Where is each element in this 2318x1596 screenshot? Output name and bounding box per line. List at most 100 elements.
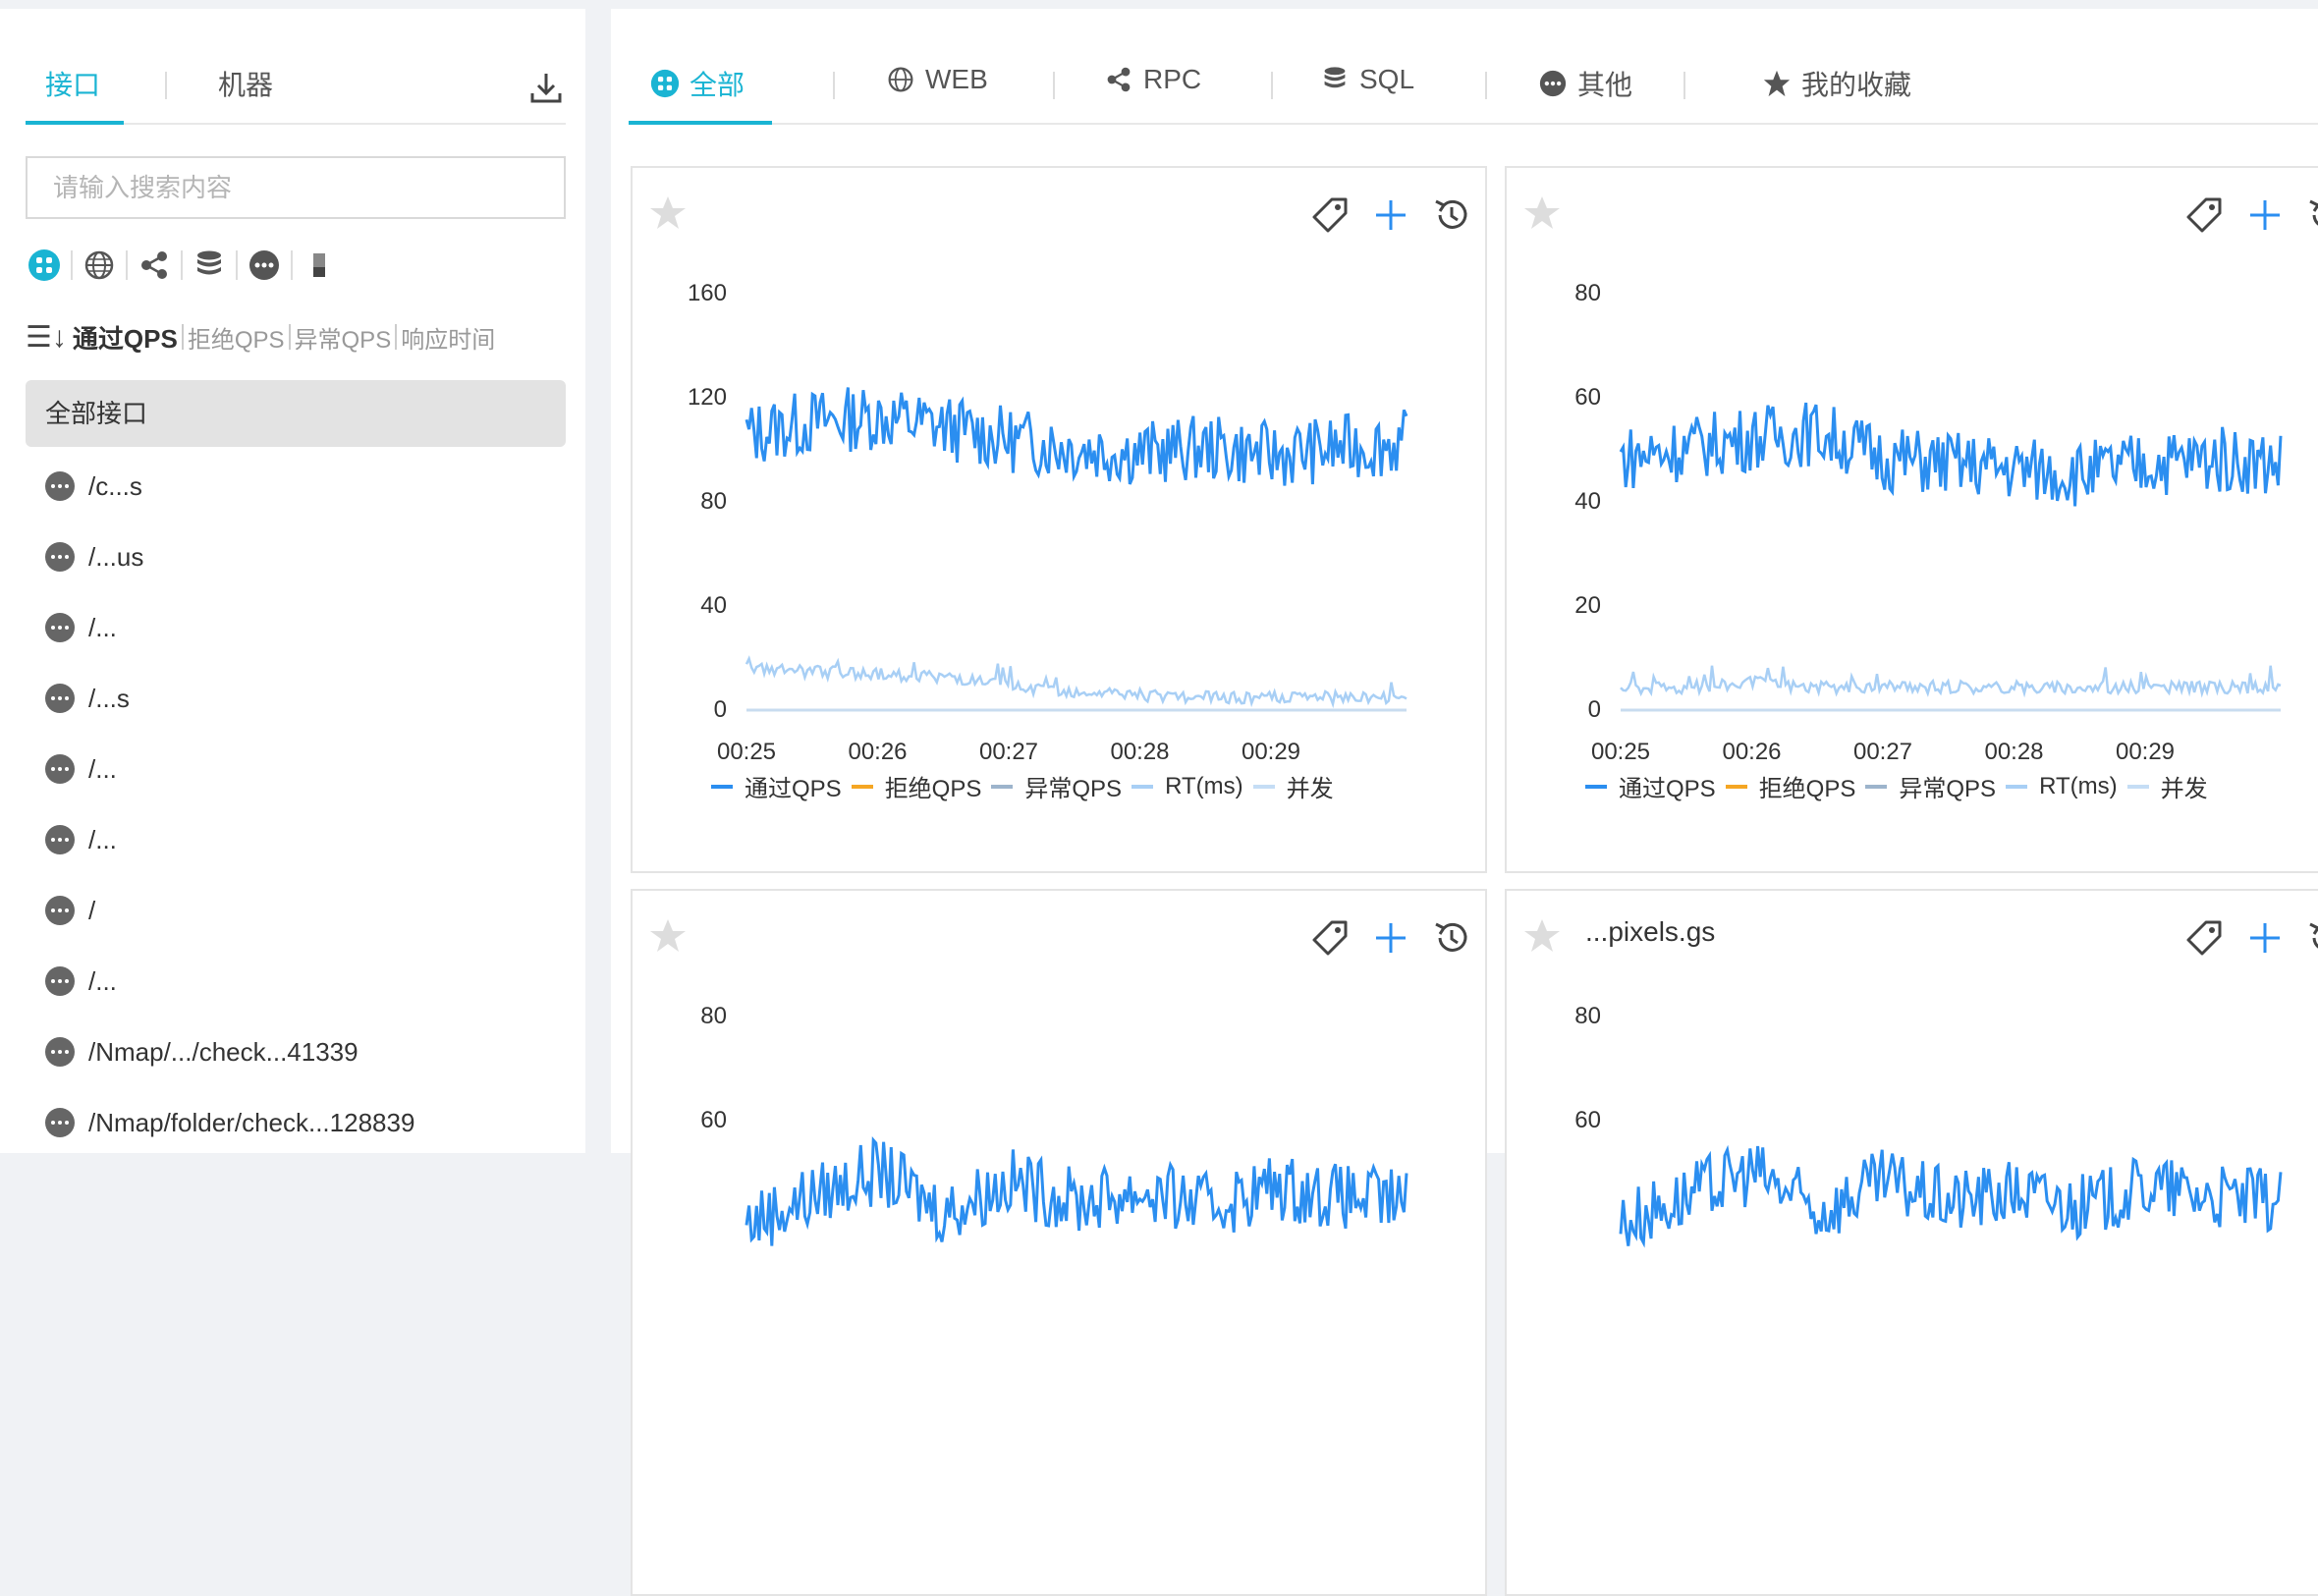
- interface-path: /...us: [88, 541, 144, 572]
- more-icon: [45, 966, 75, 996]
- more-icon[interactable]: [246, 247, 283, 284]
- tab-all[interactable]: 全部: [650, 64, 745, 103]
- sort-response-time[interactable]: 响应时间: [401, 320, 495, 355]
- legend-swatch: [1252, 784, 1275, 789]
- x-tick-label: 00:25: [717, 739, 776, 765]
- sort-exception-qps[interactable]: 异常QPS: [295, 320, 392, 355]
- tab-label: SQL: [1359, 64, 1415, 94]
- series-line: [1620, 665, 2282, 698]
- legend-swatch: [1585, 784, 1607, 789]
- tab-favorites[interactable]: 我的收藏: [1762, 64, 1911, 103]
- legend-item[interactable]: RT(ms): [1131, 769, 1243, 803]
- interface-path: /...s: [88, 683, 130, 713]
- line-chart: 0 40 80 120 160 00:25 00:26 00:27 00:28 00:29: [688, 280, 1408, 765]
- x-tick-label: 00:28: [1984, 739, 2043, 765]
- grid-icon: [650, 69, 680, 98]
- legend-label: 通过QPS: [1619, 776, 1716, 802]
- series-line: [1619, 1144, 2283, 1248]
- y-tick-label: 0: [714, 696, 727, 723]
- globe-icon[interactable]: [81, 247, 118, 284]
- x-tick-label: 00:27: [979, 739, 1038, 765]
- search-input[interactable]: [26, 156, 566, 219]
- legend-swatch: [1131, 784, 1154, 789]
- x-tick-label: 00:27: [1853, 739, 1912, 765]
- interface-path: /...: [88, 824, 117, 854]
- tab-rpc[interactable]: RPC: [1104, 64, 1201, 95]
- legend-item[interactable]: 并发: [2126, 769, 2208, 803]
- interface-path: /Nmap/folder/check...128839: [88, 1107, 415, 1137]
- tab-sql[interactable]: SQL: [1320, 64, 1414, 95]
- y-tick-label: 80: [1574, 280, 1601, 306]
- x-tick-label: 00:28: [1110, 739, 1169, 765]
- sidebar: 接口 机器 ☰↓: [0, 9, 585, 1153]
- sort-block-qps[interactable]: 拒绝QPS: [188, 320, 285, 355]
- tab-label: WEB: [925, 64, 988, 94]
- interface-path: /...: [88, 612, 117, 642]
- main-panel: 全部 WEB RPC SQL 其他 我的收藏 0 40 80 120 160 00:25 00:26 0…: [611, 9, 2318, 1596]
- interface-path: /...: [88, 753, 117, 784]
- legend-item[interactable]: 异常QPS: [991, 769, 1122, 803]
- tab-label: RPC: [1143, 64, 1202, 94]
- legend-swatch: [711, 784, 733, 789]
- y-tick-label: 80: [700, 1003, 727, 1029]
- interface-list-item[interactable]: /Nmap/folder/check...128839: [45, 1087, 556, 1158]
- main-tabs: 全部 WEB RPC SQL 其他 我的收藏: [629, 48, 2318, 125]
- series-line: [745, 1136, 1408, 1246]
- database-icon[interactable]: [191, 247, 228, 284]
- legend-item[interactable]: 拒绝QPS: [851, 769, 982, 803]
- tab-divider: [165, 72, 167, 99]
- interface-list-item[interactable]: /Nmap/.../check...41339: [45, 1017, 556, 1087]
- interface-list-item[interactable]: /...s: [45, 663, 556, 734]
- star-icon: [1762, 69, 1792, 98]
- share-icon[interactable]: [136, 247, 173, 284]
- interface-list-item[interactable]: /...: [45, 734, 556, 804]
- legend-swatch: [851, 784, 873, 789]
- sort-pass-qps[interactable]: 通过QPS: [73, 319, 178, 356]
- legend-label: 通过QPS: [745, 776, 842, 802]
- sort-icon[interactable]: ☰↓: [26, 320, 67, 355]
- more-icon: [45, 896, 75, 925]
- more-icon: [45, 1037, 75, 1067]
- interface-list: /c...s /...us /... /...s /... /... / /... /Nmap/…: [45, 451, 556, 1158]
- legend-item[interactable]: 通过QPS: [711, 769, 842, 803]
- active-tab-indicator: [629, 121, 772, 125]
- tab-machines[interactable]: 机器: [218, 64, 273, 103]
- legend-item[interactable]: 拒绝QPS: [1725, 769, 1855, 803]
- more-icon: [45, 1108, 75, 1137]
- y-tick-label: 80: [1574, 1003, 1601, 1029]
- legend-item[interactable]: RT(ms): [2006, 769, 2118, 803]
- interface-list-item[interactable]: /...: [45, 592, 556, 663]
- more-icon: [45, 542, 75, 572]
- x-tick-label: 00:26: [848, 739, 907, 765]
- bookmark-icon[interactable]: [301, 247, 338, 284]
- grid-icon[interactable]: [26, 247, 63, 284]
- interface-list-item[interactable]: /c...s: [45, 451, 556, 522]
- tab-other[interactable]: 其他: [1538, 64, 1632, 103]
- legend-label: 拒绝QPS: [884, 776, 982, 802]
- interface-list-item[interactable]: /...: [45, 804, 556, 875]
- interface-path: /...: [88, 965, 117, 996]
- legend-item[interactable]: 通过QPS: [1585, 769, 1716, 803]
- legend-swatch: [991, 784, 1014, 789]
- interface-list-item[interactable]: /...us: [45, 522, 556, 592]
- active-tab-indicator: [26, 121, 124, 125]
- y-tick-label: 20: [1574, 592, 1601, 619]
- line-chart: 60 80: [700, 1003, 1408, 1246]
- x-tick-label: 00:25: [1591, 739, 1650, 765]
- download-icon[interactable]: [526, 68, 566, 107]
- interface-path: /Nmap/.../check...41339: [88, 1036, 359, 1067]
- interface-list-item[interactable]: /: [45, 875, 556, 946]
- tab-label: 我的收藏: [1801, 70, 1912, 100]
- tab-web[interactable]: WEB: [886, 64, 988, 95]
- legend-item[interactable]: 并发: [1252, 769, 1334, 803]
- all-interfaces-item[interactable]: 全部接口: [26, 380, 566, 447]
- interface-list-item[interactable]: /...: [45, 946, 556, 1017]
- legend-label: RT(ms): [2039, 772, 2118, 799]
- tab-interfaces[interactable]: 接口: [45, 64, 100, 103]
- more-icon: [45, 684, 75, 713]
- globe-icon: [886, 65, 915, 94]
- metric-card: ...pixels.gs 60 80: [1505, 889, 2318, 1596]
- legend-item[interactable]: 异常QPS: [1865, 769, 1996, 803]
- legend-label: RT(ms): [1165, 772, 1243, 799]
- line-chart: 0 20 40 60 80 00:25 00:26 00:27 00:28 00:29: [1574, 280, 2283, 765]
